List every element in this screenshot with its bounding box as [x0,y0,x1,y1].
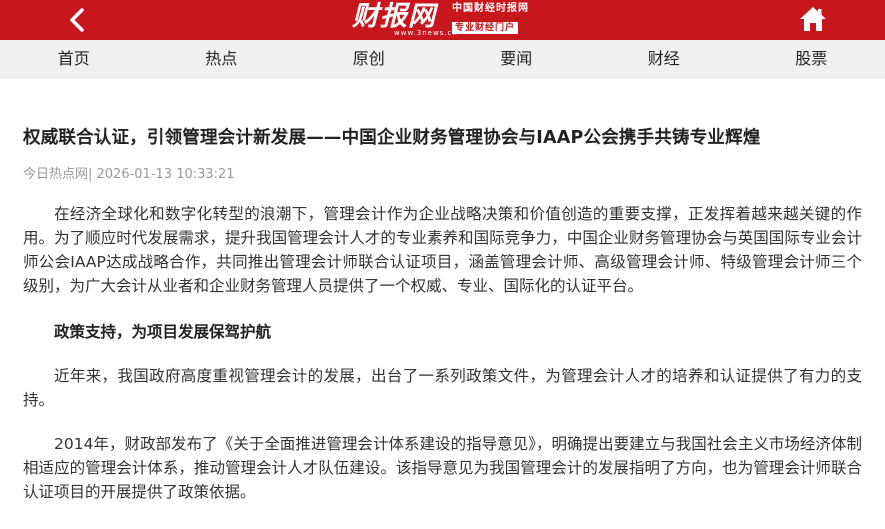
nav-item-news[interactable]: 要闻 [443,40,591,77]
article-title: 权威联合认证，引领管理会计新发展——中国企业财务管理协会与IAAP公会携手共铸专… [23,128,761,148]
back-button[interactable] [56,0,100,40]
article-subheading: 政策支持，为项目发展保驾护航 [54,323,272,341]
nav-item-original[interactable]: 原创 [295,40,443,77]
article-paragraph: 在经济全球化和数字化转型的浪潮下，管理会计作为企业战略决策和价值创造的重要支撑，… [23,205,862,295]
logo-tagline-1: 中国财经时报网 [452,3,529,14]
logo-tagline: 中国财经时报网 专业财经门户 [452,3,529,34]
nav-item-hot[interactable]: 热点 [148,40,296,77]
home-icon [800,7,826,31]
article-paragraph: 2014年，财政部发布了《关于全面推进管理会计体系建设的指导意见》，明确提出要建… [23,435,862,501]
logo-tagline-2: 专业财经门户 [452,22,519,34]
nav-item-finance[interactable]: 财经 [590,40,738,77]
article-paragraph: 近年来，我国政府高度重视管理会计的发展，出台了一系列政策文件，为管理会计人才的培… [23,367,862,409]
nav-item-home[interactable]: 首页 [0,40,148,77]
logo-url: www.3news.cn [394,29,458,37]
article-body: 权威联合认证，引领管理会计新发展——中国企业财务管理协会与IAAP公会携手共铸专… [0,78,885,504]
home-button[interactable] [792,0,836,40]
article-meta: 今日热点网| 2026-01-13 10:33:21 [23,167,235,182]
nav-item-stocks[interactable]: 股票 [738,40,885,77]
category-nav: 首页 热点 原创 要闻 财经 股票 [0,40,885,78]
top-header: 财报网 中国财经时报网 专业财经门户 www.3news.cn [0,0,885,40]
site-logo[interactable]: 财报网 中国财经时报网 专业财经门户 www.3news.cn [352,0,538,40]
chevron-left-icon [70,8,84,32]
